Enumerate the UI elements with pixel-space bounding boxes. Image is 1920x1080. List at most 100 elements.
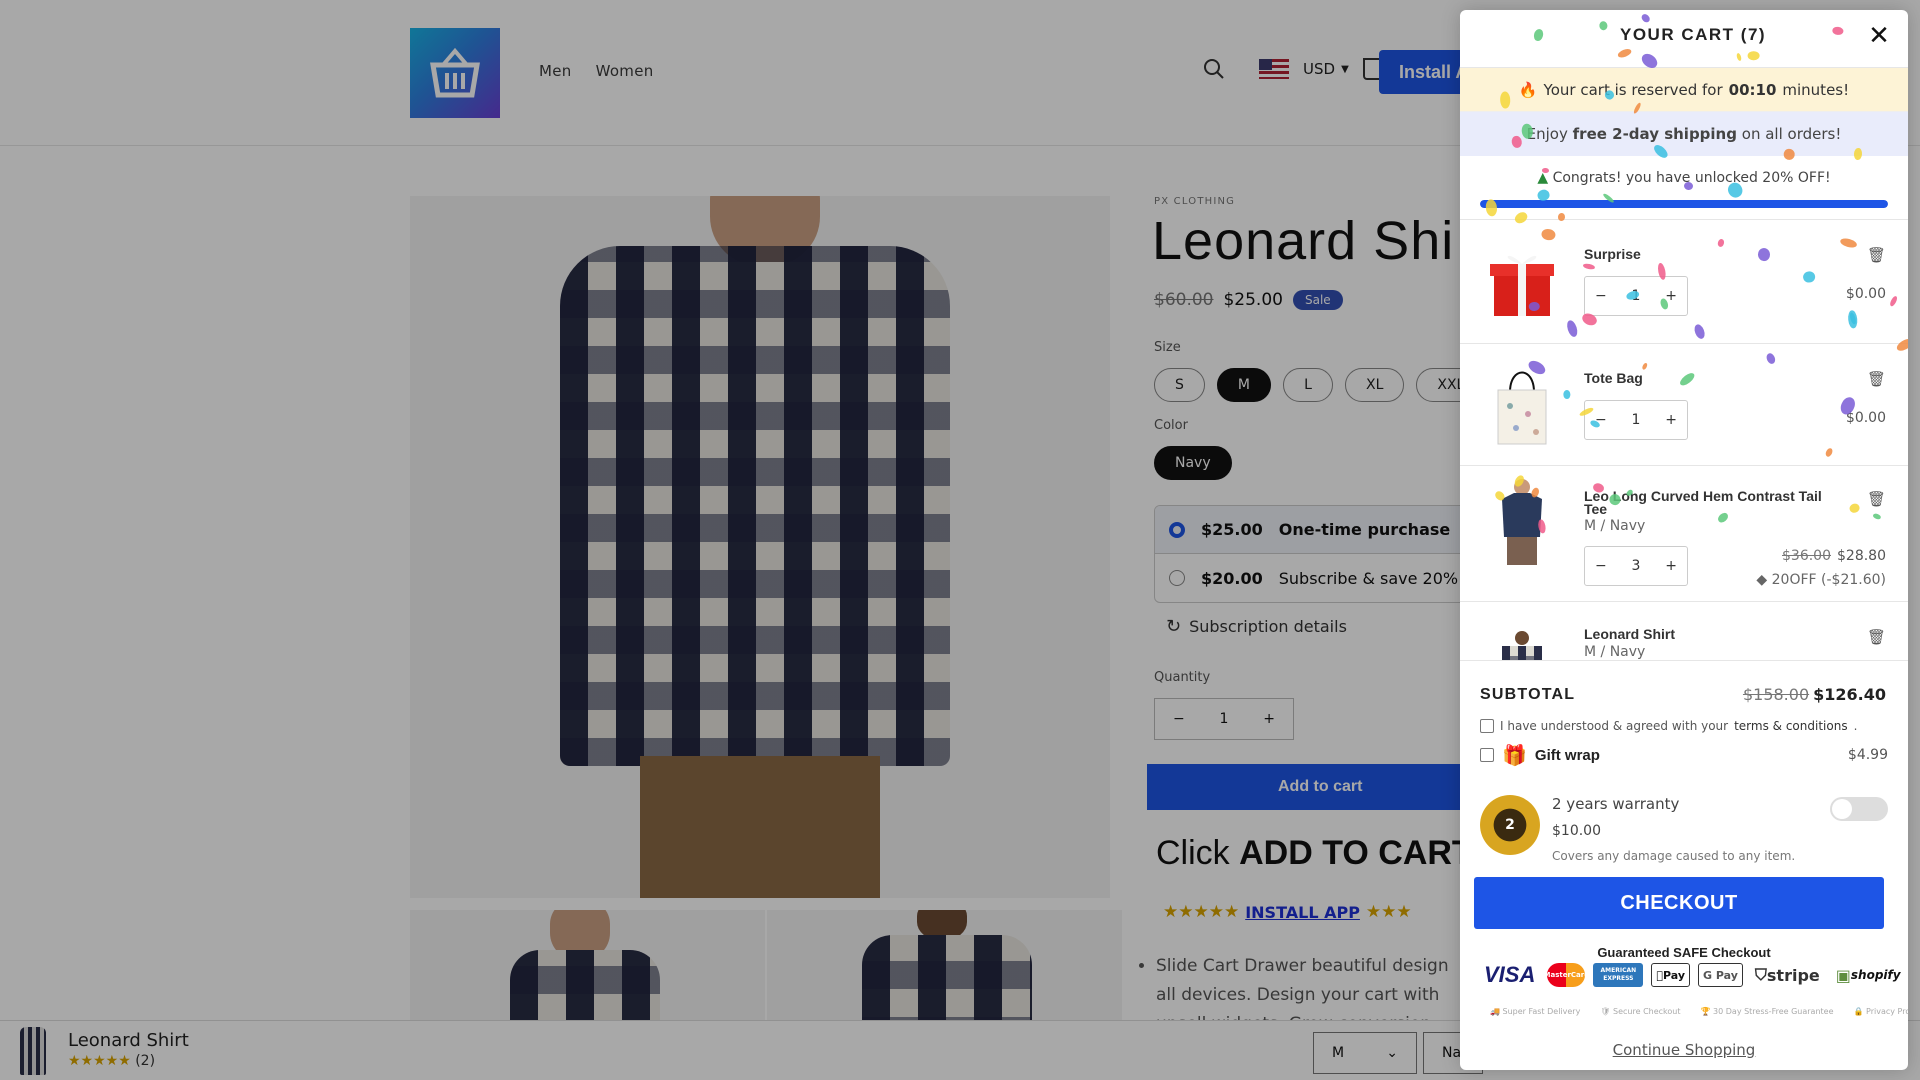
terms-text: I have understood & agreed with your xyxy=(1500,719,1729,733)
guarantee-icon: 🏆 30 Day Stress-Free Guarantee xyxy=(1700,1007,1834,1016)
cart-item: Surprise 🗑 − 1 + $0.00 xyxy=(1460,220,1908,344)
item-image[interactable] xyxy=(1482,240,1562,324)
item-discount: ◆ 20OFF (-$21.60) xyxy=(1756,572,1886,588)
fire-icon: 🔥 xyxy=(1518,80,1538,99)
cart-items-list[interactable]: Surprise 🗑 − 1 + $0.00 Tote Bag 🗑 − 1 + $0.0… xyxy=(1460,220,1908,660)
cart-title: YOUR CART (7) xyxy=(1620,25,1767,44)
trust-text: 30 Day Stress-Free Guarantee xyxy=(1713,1007,1834,1016)
continue-shopping-link[interactable]: Continue Shopping xyxy=(1460,1041,1908,1059)
warranty-upsell: 2 2 years warranty $10.00 Covers any dam… xyxy=(1480,785,1888,885)
item-image[interactable] xyxy=(1482,362,1562,446)
plus-icon[interactable]: + xyxy=(1665,412,1677,428)
fast-delivery-icon: 🚚 Super Fast Delivery xyxy=(1490,1007,1581,1016)
ship-bold: free 2-day shipping xyxy=(1572,125,1737,143)
gift-wrap-row: 🎁 Gift wrap $4.99 xyxy=(1480,743,1888,767)
item-name[interactable]: Tote Bag xyxy=(1584,371,1844,385)
gift-wrap-price: $4.99 xyxy=(1847,747,1888,763)
tshirt-icon xyxy=(1502,479,1542,565)
item-name[interactable]: Leo Long Curved Hem Contrast Tail Tee xyxy=(1584,489,1844,516)
discount-text: 20OFF (-$21.60) xyxy=(1771,572,1886,588)
gift-wrap-checkbox[interactable] xyxy=(1480,748,1494,762)
item-price: $0.00 xyxy=(1845,286,1886,302)
stripe-text: stripe xyxy=(1760,965,1820,985)
timer-suffix: minutes! xyxy=(1782,80,1850,99)
item-quantity-stepper: − 1 + xyxy=(1584,276,1688,316)
subtotal-old: $158.00 xyxy=(1742,685,1810,704)
trust-text: Privacy Protected xyxy=(1866,1007,1908,1016)
warranty-badge-icon: 2 xyxy=(1480,795,1540,855)
gift-icon: 🎁 xyxy=(1502,743,1527,767)
cart-item: Leo Long Curved Hem Contrast Tail Tee M … xyxy=(1460,466,1908,602)
trash-icon[interactable]: 🗑 xyxy=(1867,490,1886,508)
minus-icon[interactable]: − xyxy=(1595,558,1607,574)
ship-prefix: Enjoy xyxy=(1526,125,1568,143)
cart-drawer: YOUR CART (7) ✕ 🔥 Your cart is reserved … xyxy=(1460,10,1908,1070)
timer-prefix: Your cart is reserved for xyxy=(1543,80,1723,99)
trash-icon[interactable]: 🗑 xyxy=(1867,628,1886,646)
item-price: $28.80 xyxy=(1837,548,1886,564)
trust-text: Secure Checkout xyxy=(1613,1007,1681,1016)
item-name[interactable]: Surprise xyxy=(1584,247,1844,261)
checkout-button[interactable]: CHECKOUT xyxy=(1474,877,1884,929)
warranty-badge-text: 2 xyxy=(1505,817,1515,833)
cart-header: YOUR CART (7) ✕ xyxy=(1460,10,1908,68)
tote-bag-icon xyxy=(1497,371,1547,445)
congrats-message: ▲ Congrats! you have unlocked 20% OFF! xyxy=(1460,170,1908,186)
plus-icon[interactable]: + xyxy=(1665,288,1677,304)
payment-icons: VISA MasterCard AMERICAN EXPRESS Pay G … xyxy=(1480,962,1905,987)
congrats-text: Congrats! you have unlocked 20% OFF! xyxy=(1552,170,1831,186)
subtotal-label: SUBTOTAL xyxy=(1480,686,1576,703)
mastercard-icon: MasterCard xyxy=(1544,963,1589,987)
apple-pay-icon: Pay xyxy=(1651,963,1690,987)
subtotal-value: $158.00 $126.40 xyxy=(1743,685,1886,704)
item-image[interactable] xyxy=(1482,618,1562,660)
discount-progress: ▲ Congrats! you have unlocked 20% OFF! xyxy=(1460,156,1908,220)
google-pay-icon: G Pay xyxy=(1698,963,1743,987)
minus-icon[interactable]: − xyxy=(1595,412,1607,428)
progress-bar xyxy=(1480,200,1888,208)
gift-wrap-label: Gift wrap xyxy=(1534,746,1600,764)
item-quantity-stepper: − 3 + xyxy=(1584,546,1688,586)
terms-row: I have understood & agreed with your ter… xyxy=(1480,719,1857,733)
item-qty[interactable]: 1 xyxy=(1632,412,1641,428)
item-qty[interactable]: 3 xyxy=(1632,558,1641,574)
shopify-text: shopify xyxy=(1844,968,1901,982)
apple-pay-text: Pay xyxy=(1656,968,1685,982)
item-image[interactable] xyxy=(1482,479,1562,565)
warranty-description: Covers any damage caused to any item. xyxy=(1552,849,1796,863)
safe-checkout-label: Guaranteed SAFE Checkout xyxy=(1597,945,1771,960)
minus-icon[interactable]: − xyxy=(1595,288,1607,304)
terms-end: . xyxy=(1853,719,1858,733)
terms-link[interactable]: terms & conditions xyxy=(1734,719,1847,733)
subtotal-new: $126.40 xyxy=(1813,685,1886,704)
close-icon[interactable]: ✕ xyxy=(1864,22,1894,52)
cart-footer: SUBTOTAL $158.00 $126.40 I have understoo… xyxy=(1460,660,1908,1068)
tag-icon: ◆ xyxy=(1756,572,1768,588)
stripe-icon: ⛉ stripe xyxy=(1751,963,1824,987)
trash-icon[interactable]: 🗑 xyxy=(1867,246,1886,264)
item-name[interactable]: Leonard Shirt xyxy=(1584,627,1844,641)
plus-icon[interactable]: + xyxy=(1665,558,1677,574)
tree-icon: ▲ xyxy=(1537,170,1549,186)
plaid-shirt-icon xyxy=(1502,631,1542,660)
item-compare-price: $36.00 xyxy=(1782,548,1831,564)
terms-checkbox[interactable] xyxy=(1480,719,1494,733)
warranty-price: $10.00 xyxy=(1552,823,1601,839)
item-price-row: $36.00 $28.80 xyxy=(1782,548,1886,564)
trust-text: Super Fast Delivery xyxy=(1502,1007,1581,1016)
cart-item: Tote Bag 🗑 − 1 + $0.00 xyxy=(1460,344,1908,466)
item-quantity-stepper: − 1 + xyxy=(1584,400,1688,440)
trash-icon[interactable]: 🗑 xyxy=(1867,370,1886,388)
progress-fill xyxy=(1480,200,1888,208)
cart-timer-banner: 🔥 Your cart is reserved for 00:10 minute… xyxy=(1460,68,1908,112)
warranty-toggle[interactable] xyxy=(1830,797,1888,821)
ship-suffix: on all orders! xyxy=(1741,125,1842,143)
item-variant: M / Navy xyxy=(1584,518,1646,534)
secure-checkout-icon: 🛡 Secure Checkout xyxy=(1600,1007,1681,1016)
shipping-banner: Enjoy free 2-day shipping on all orders! xyxy=(1460,112,1908,156)
privacy-icon: 🔒 Privacy Protected xyxy=(1854,1007,1909,1016)
trust-badges: 🚚 Super Fast Delivery 🛡 Secure Checkout … xyxy=(1490,1007,1908,1016)
item-qty[interactable]: 1 xyxy=(1632,288,1641,304)
gift-box-icon xyxy=(1490,255,1554,316)
visa-icon: VISA xyxy=(1484,962,1536,987)
